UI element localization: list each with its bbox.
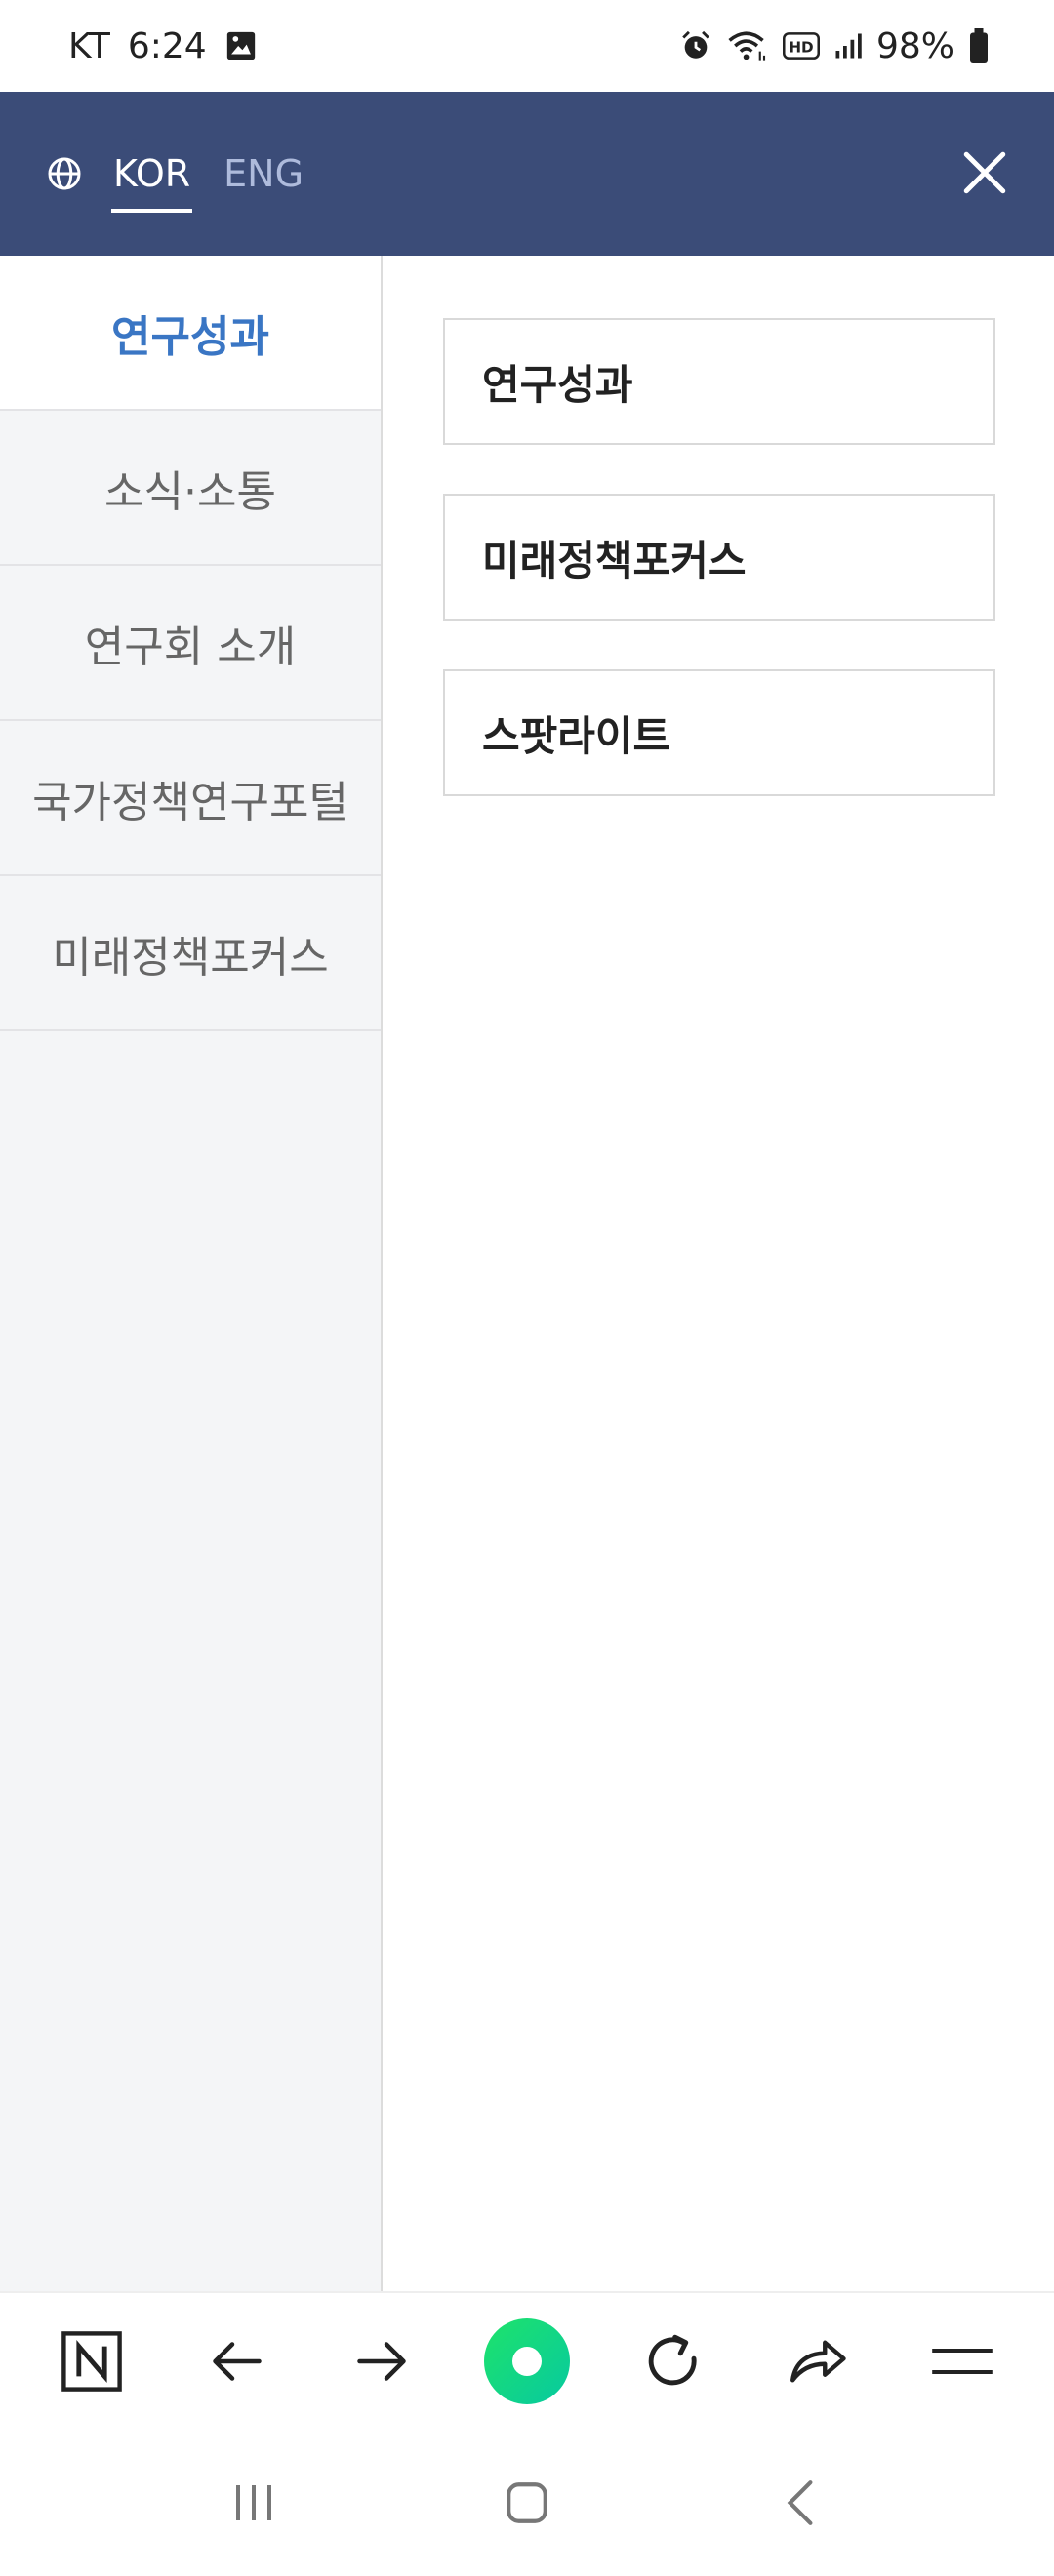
green-dot-button[interactable]: [478, 2314, 576, 2412]
back-button[interactable]: [188, 2314, 286, 2412]
clock: 6:24: [127, 25, 207, 66]
browser-toolbar: [0, 2291, 1054, 2434]
battery-percent: 98%: [875, 25, 954, 66]
back-icon: [779, 2478, 822, 2531]
recent-apps-icon: [229, 2481, 278, 2528]
menu-header: KOR ENG: [0, 92, 1054, 256]
language-selector: KOR ENG: [47, 152, 305, 213]
status-left: KT 6:24: [68, 26, 258, 66]
close-icon: [960, 148, 1009, 201]
status-bar: KT 6:24 HD 98%: [0, 0, 1054, 92]
menu-item-research-results[interactable]: 연구성과: [0, 256, 381, 411]
alarm-icon: [679, 29, 712, 62]
submenu-item-spotlight[interactable]: 스팟라이트: [443, 669, 995, 796]
submenu-item-research-results[interactable]: 연구성과: [443, 318, 995, 445]
close-button[interactable]: [941, 131, 1029, 219]
image-icon: [224, 29, 258, 62]
globe-icon: [47, 156, 82, 191]
lang-tab-eng[interactable]: ENG: [222, 152, 305, 195]
submenu-panel: 연구성과 미래정책포커스 스팟라이트: [385, 256, 1054, 2291]
lang-tab-kor[interactable]: KOR: [111, 152, 193, 213]
wifi-icon: [726, 29, 769, 62]
menu-item-national-policy-portal[interactable]: 국가정책연구포털: [0, 721, 381, 876]
hd-icon: HD: [782, 31, 820, 60]
forward-button[interactable]: [333, 2314, 430, 2412]
share-button[interactable]: [768, 2314, 866, 2412]
refresh-button[interactable]: [624, 2314, 721, 2412]
svg-text:HD: HD: [789, 38, 813, 56]
menu-item-news[interactable]: 소식·소통: [0, 411, 381, 566]
system-navigation-bar: [0, 2434, 1054, 2576]
home-button[interactable]: [468, 2456, 586, 2554]
status-right: HD 98%: [679, 26, 990, 66]
forward-arrow-icon: [352, 2332, 411, 2395]
menu-item-about[interactable]: 연구회 소개: [0, 566, 381, 721]
share-icon: [785, 2329, 849, 2397]
menu-item-future-policy-focus[interactable]: 미래정책포커스: [0, 876, 381, 1031]
browser-menu-button[interactable]: [913, 2314, 1011, 2412]
submenu-item-future-policy-focus[interactable]: 미래정책포커스: [443, 494, 995, 621]
system-back-button[interactable]: [742, 2456, 859, 2554]
refresh-icon: [640, 2329, 705, 2397]
naver-home-button[interactable]: [43, 2314, 141, 2412]
carrier-label: KT: [68, 25, 110, 66]
green-dot-icon: [483, 2317, 571, 2409]
naver-n-icon: [60, 2329, 124, 2397]
signal-icon: [833, 31, 863, 60]
back-arrow-icon: [208, 2332, 266, 2395]
recent-apps-button[interactable]: [195, 2456, 312, 2554]
menu-icon: [930, 2342, 994, 2385]
home-icon: [503, 2478, 551, 2531]
left-category-menu: 연구성과 소식·소통 연구회 소개 국가정책연구포털 미래정책포커스: [0, 256, 383, 2291]
battery-icon: [968, 28, 990, 63]
